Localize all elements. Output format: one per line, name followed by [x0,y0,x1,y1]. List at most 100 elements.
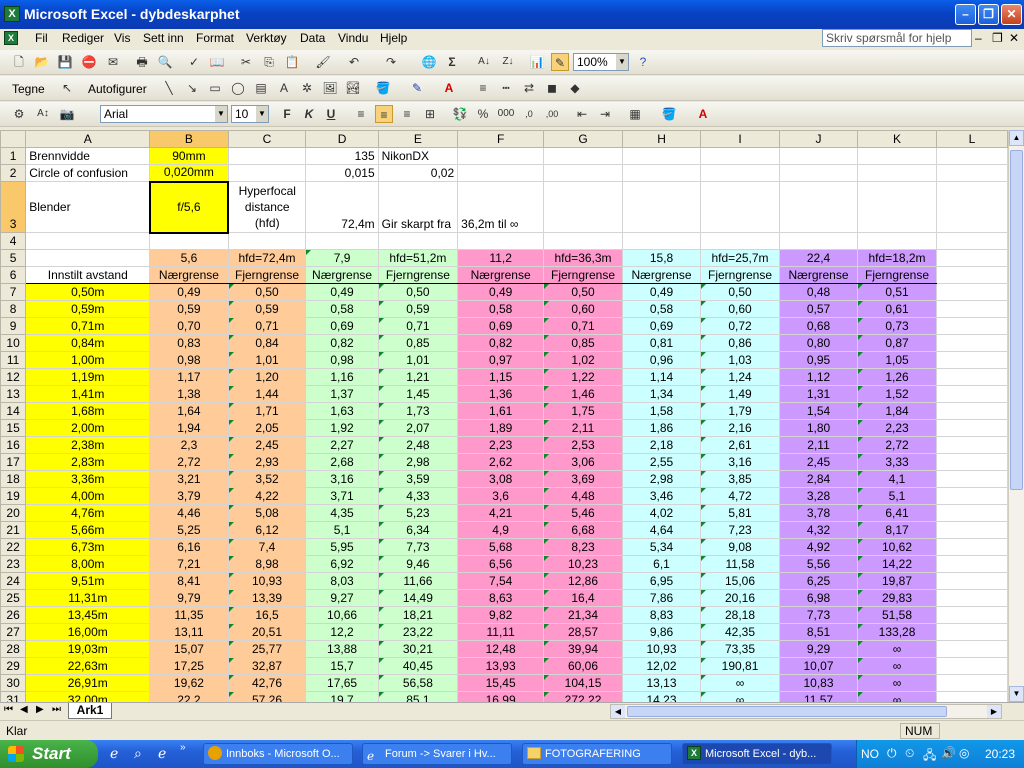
far-limit-cell[interactable]: 2,53 [543,436,623,454]
select-all-corner[interactable] [0,130,27,148]
near-limit-cell[interactable]: 0,59 [149,300,229,318]
row-header[interactable]: 1 [0,147,27,165]
cell-a3[interactable]: Blender [25,181,151,233]
far-limit-cell[interactable]: 14,49 [377,589,459,607]
font-size-select[interactable]: 10 ▼ [231,105,269,123]
scroll-right-icon[interactable]: ▶ [987,705,1001,718]
merge-center-icon[interactable]: ⊞ [421,105,439,123]
near-limit-cell[interactable]: 9,79 [149,589,229,607]
col-header[interactable]: L [935,130,1008,148]
cell[interactable] [543,232,623,250]
near-limit-cell[interactable]: 9,29 [778,640,859,658]
far-limit-cell[interactable]: ∞ [857,674,937,692]
far-limit-cell[interactable]: 3,33 [857,453,937,471]
cell[interactable] [935,419,1008,437]
far-limit-cell[interactable]: 272,22 [543,691,623,702]
start-button[interactable]: Start [0,740,98,768]
near-limit-cell[interactable]: 8,63 [457,589,545,607]
zoom-select[interactable]: 100% ▼ [573,53,629,71]
far-limit-cell[interactable]: 8,98 [227,555,307,573]
align-right-icon[interactable]: ≡ [398,105,416,123]
far-limit-cell[interactable]: 7,23 [700,521,780,539]
cell[interactable] [543,147,623,165]
row-header[interactable]: 4 [0,232,27,250]
near-limit-cell[interactable]: 0,83 [149,334,229,352]
near-limit-cell[interactable]: 4,46 [149,504,229,522]
permission-icon[interactable]: ⛔ [80,53,98,71]
far-limit-cell[interactable]: 1,73 [377,402,459,420]
clock[interactable]: 20:23 [985,747,1015,761]
near-limit-cell[interactable]: 2,84 [778,470,859,488]
far-limit-cell[interactable]: 1,01 [227,351,307,369]
near-limit-cell[interactable]: 1,63 [305,402,379,420]
doc-restore-icon[interactable]: ❐ [992,31,1003,45]
near-limit-cell[interactable]: 5,25 [149,521,229,539]
far-limit-cell[interactable]: 2,48 [377,436,459,454]
hfd-cell[interactable]: hfd=18,2m [857,249,937,267]
chevron-down-icon[interactable]: ▼ [616,54,628,70]
near-limit-header[interactable]: Nærgrense [778,266,859,284]
far-limit-cell[interactable]: 1,26 [857,368,937,386]
distance-cell[interactable]: 2,00m [25,419,151,437]
near-limit-cell[interactable]: 9,86 [621,623,702,641]
print-preview-icon[interactable]: 🔍 [156,53,174,71]
3d-style-icon[interactable]: ◆ [566,79,584,97]
cell[interactable] [935,334,1008,352]
cell[interactable] [935,249,1008,267]
far-limit-cell[interactable]: 0,85 [543,334,623,352]
language-indicator[interactable]: NO [861,747,879,761]
scroll-thumb[interactable] [1010,150,1023,490]
increase-indent-icon[interactable]: ⇥ [596,105,614,123]
near-limit-cell[interactable]: 6,98 [778,589,859,607]
far-limit-cell[interactable]: 0,71 [227,317,307,335]
autoshapes-menu[interactable]: Autofigurer [88,82,147,96]
sheet-table[interactable]: A B C D E F G H I J K L 1 Brennvidde 90m… [0,130,1008,702]
cell[interactable] [457,232,545,250]
near-limit-cell[interactable]: 6,56 [457,555,545,573]
distance-cell[interactable]: 13,45m [25,606,151,624]
far-limit-header[interactable]: Fjerngrense [227,266,307,284]
row-header[interactable]: 16 [0,436,27,454]
near-limit-cell[interactable]: 1,36 [457,385,545,403]
scroll-thumb[interactable] [627,706,947,717]
cell[interactable] [457,147,545,165]
line-color-icon[interactable]: ✎ [408,79,426,97]
cell[interactable] [543,181,623,233]
cell[interactable] [621,232,702,250]
cell[interactable] [700,232,780,250]
far-limit-cell[interactable]: 0,71 [377,317,459,335]
far-limit-cell[interactable]: 0,50 [700,283,780,301]
near-limit-cell[interactable]: 11,35 [149,606,229,624]
dash-style-icon[interactable]: ┅ [497,79,515,97]
prev-sheet-icon[interactable]: ◀ [20,704,28,715]
tray-icon[interactable]: ⏲ [905,746,914,761]
far-limit-cell[interactable]: 1,02 [543,351,623,369]
near-limit-cell[interactable]: 0,57 [778,300,859,318]
far-limit-cell[interactable]: 190,81 [700,657,780,675]
far-limit-cell[interactable]: 10,93 [227,572,307,590]
restore-icon[interactable]: ❐ [978,4,999,25]
cell[interactable] [227,232,307,250]
document-icon[interactable]: X [4,31,18,45]
distance-cell[interactable]: 11,31m [25,589,151,607]
diagram-icon[interactable]: ✲ [298,79,316,97]
far-limit-cell[interactable]: 6,34 [377,521,459,539]
near-limit-cell[interactable]: 0,58 [305,300,379,318]
far-limit-cell[interactable]: 5,81 [700,504,780,522]
shadow-icon[interactable]: ◼ [543,79,561,97]
research-icon[interactable]: 📖 [208,53,226,71]
distance-cell[interactable]: 0,50m [25,283,151,301]
far-limit-cell[interactable]: 42,35 [700,623,780,641]
menu-sett-inn[interactable]: Sett inn [143,31,184,45]
cell-d1[interactable]: 135 [305,147,379,165]
camera-icon[interactable]: 📷 [58,105,76,123]
distance-cell[interactable]: 4,00m [25,487,151,505]
distance-cell[interactable]: 6,73m [25,538,151,556]
far-limit-cell[interactable]: 15,06 [700,572,780,590]
col-header[interactable]: J [778,130,859,148]
far-limit-cell[interactable]: 2,16 [700,419,780,437]
doc-close-icon[interactable]: ✕ [1009,31,1019,45]
near-limit-cell[interactable]: 2,68 [305,453,379,471]
near-limit-cell[interactable]: 2,62 [457,453,545,471]
far-limit-cell[interactable]: 11,66 [377,572,459,590]
